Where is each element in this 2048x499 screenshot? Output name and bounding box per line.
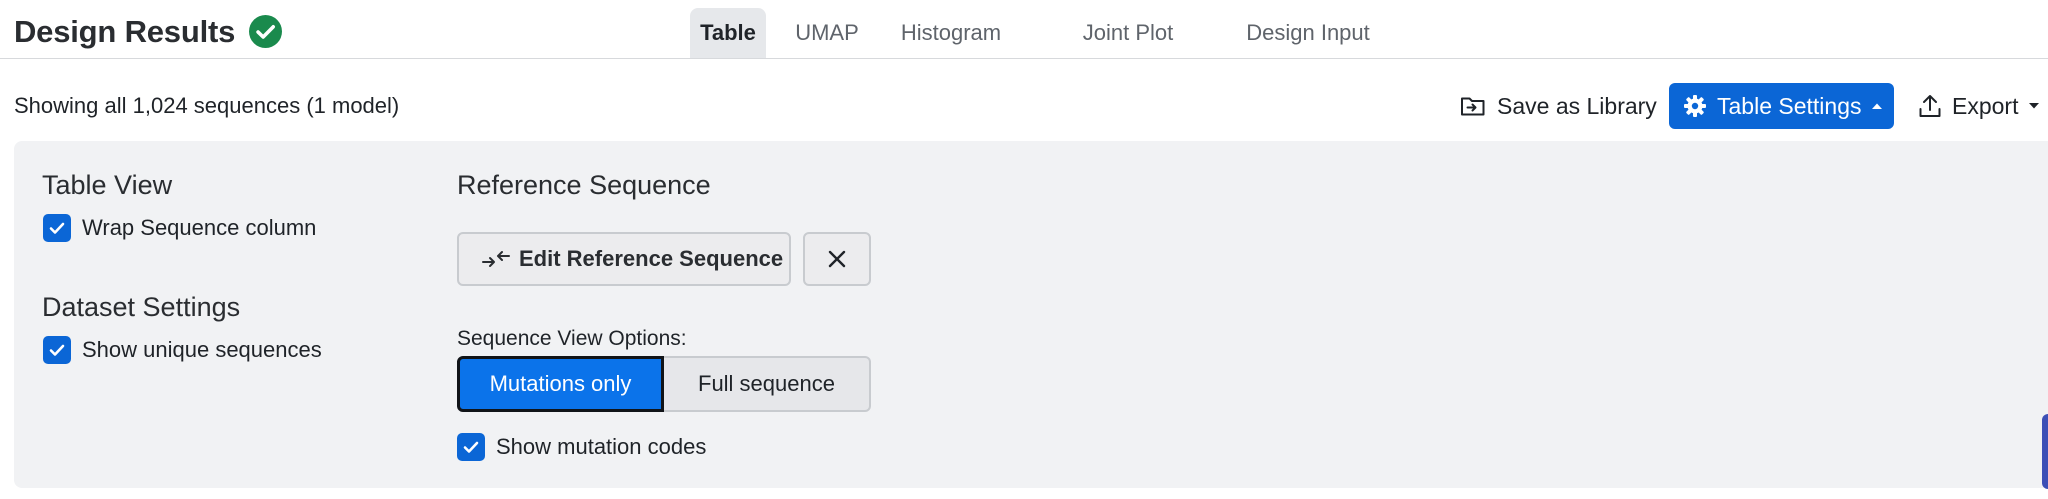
export-button[interactable]: Export <box>1918 83 2040 129</box>
table-settings-label: Table Settings <box>1717 92 1862 119</box>
save-as-library-label: Save as Library <box>1497 92 1657 119</box>
edit-reference-sequence-button[interactable]: Edit Reference Sequence <box>457 232 791 286</box>
sequence-view-options-label: Sequence View Options: <box>457 327 687 350</box>
show-unique-label: Show unique sequences <box>82 337 322 362</box>
check-circle-icon <box>249 15 282 48</box>
checkbox-checked-icon <box>457 433 485 461</box>
table-settings-button[interactable]: Table Settings <box>1669 83 1894 129</box>
export-label: Export <box>1952 92 2019 119</box>
reference-sequence-title: Reference Sequence <box>457 170 711 200</box>
table-view-title: Table View <box>42 170 173 200</box>
mutations-only-option[interactable]: Mutations only <box>457 356 664 412</box>
dataset-settings-title: Dataset Settings <box>42 292 241 322</box>
show-unique-checkbox[interactable]: Show unique sequences <box>43 336 322 364</box>
sequence-count-text: Showing all 1,024 sequences (1 model) <box>14 93 400 118</box>
close-icon <box>828 250 846 268</box>
show-mutation-codes-checkbox[interactable]: Show mutation codes <box>457 433 706 461</box>
tab-design-input[interactable]: Design Input <box>1218 8 1398 58</box>
wrap-sequence-checkbox[interactable]: Wrap Sequence column <box>43 214 316 242</box>
scrollbar-thumb[interactable] <box>2042 414 2048 489</box>
tab-joint-plot[interactable]: Joint Plot <box>1066 8 1190 58</box>
gear-icon <box>1684 95 1706 117</box>
caret-down-icon <box>2029 103 2040 109</box>
compare-arrows-icon <box>482 251 510 267</box>
clear-reference-button[interactable] <box>803 232 871 286</box>
tab-table[interactable]: Table <box>690 8 766 58</box>
table-settings-panel: Table View Wrap Sequence column Dataset … <box>14 141 2048 488</box>
show-mutation-codes-label: Show mutation codes <box>496 434 707 459</box>
tab-umap[interactable]: UMAP <box>782 8 872 58</box>
folder-save-icon <box>1461 97 1485 116</box>
tab-histogram[interactable]: Histogram <box>886 8 1016 58</box>
edit-reference-sequence-label: Edit Reference Sequence <box>519 246 784 271</box>
caret-up-icon <box>1872 103 1883 109</box>
page-title: Design Results <box>14 14 236 49</box>
sequence-view-toggle: Mutations only Full sequence <box>457 356 871 412</box>
page-header: Design Results Table UMAP Histogram Join… <box>0 0 2048 59</box>
checkbox-checked-icon <box>43 214 71 242</box>
wrap-sequence-label: Wrap Sequence column <box>82 215 317 240</box>
save-as-library-button[interactable]: Save as Library <box>1460 83 1657 129</box>
checkbox-checked-icon <box>43 336 71 364</box>
upload-icon <box>1919 95 1941 117</box>
full-sequence-option[interactable]: Full sequence <box>664 356 871 412</box>
